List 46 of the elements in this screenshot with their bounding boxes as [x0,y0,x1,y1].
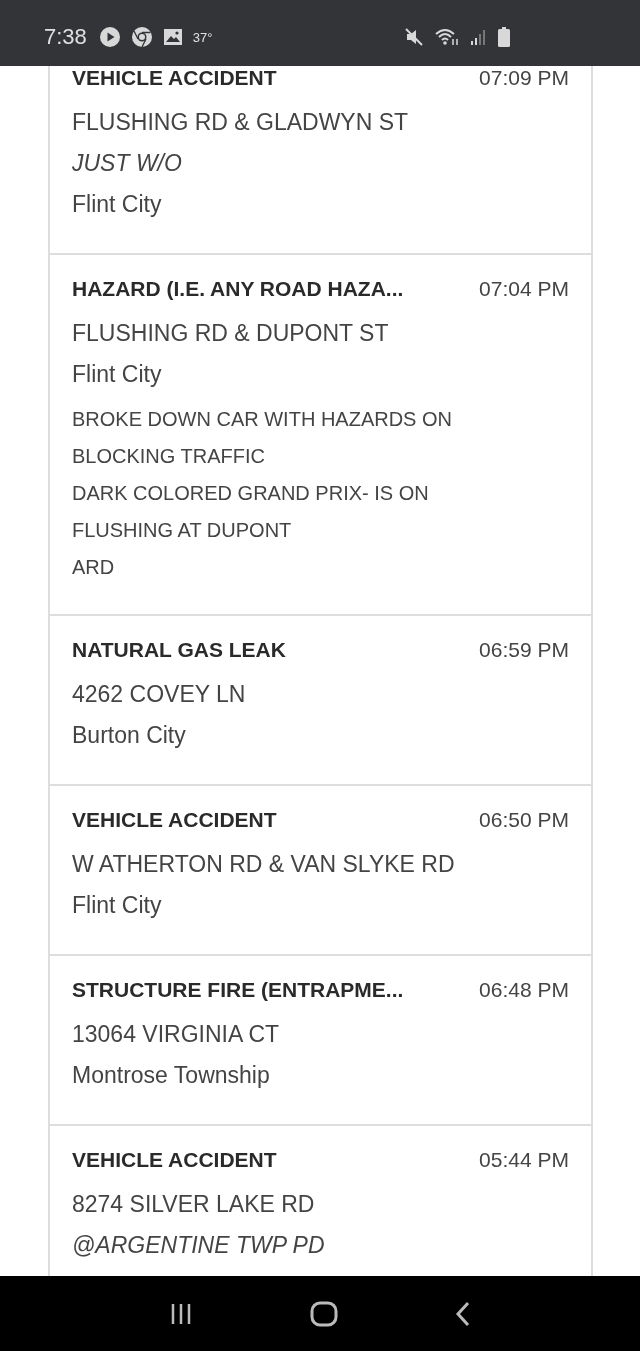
incident-address: 13064 VIRGINIA CT [72,1020,281,1049]
incident-type: NATURAL GAS LEAK [72,638,286,662]
incident-city: Montrose Township [72,1061,271,1090]
incident-address: FLUSHING RD & DUPONT ST [72,319,390,348]
incident-card[interactable]: VEHICLE ACCIDENT 06:50 PM W ATHERTON RD & VAN SLYKE RD Flint City [50,786,591,956]
incident-time: 06:59 PM [479,638,569,662]
incident-address: FLUSHING RD & GLADWYN ST [72,108,410,137]
incident-time: 05:44 PM [479,1148,569,1172]
incident-card[interactable]: HAZARD (I.E. ANY ROAD HAZA... 07:04 PM FLUSHING RD & DUPONT ST Flint City BROKE DOWN CAR WITH HAZARDS ON BLOCKING TRAFFIC DARK COLORED GRAND PRIX- IS ON FLUSHING AT DUPONT ARD [50,255,591,616]
incident-detail: DARK COLORED GRAND PRIX- IS ON [72,481,430,506]
incident-card[interactable]: STRUCTURE FIRE (ENTRAPME... 06:48 PM 13064 VIRGINIA CT Montrose Township [50,956,591,1126]
incident-note: @ARGENTINE TWP PD [72,1231,326,1260]
play-icon [98,26,121,48]
incident-detail: ARD [72,555,116,580]
signal-icon [470,28,488,46]
incident-note: JUST W/O [72,149,183,178]
incident-address: 4262 COVEY LN [72,680,247,709]
incident-city: Burton City [72,721,187,750]
incident-time: 07:09 PM [479,66,569,90]
back-icon[interactable] [455,1300,472,1327]
incident-detail: BROKE DOWN CAR WITH HAZARDS ON [72,407,453,432]
incident-card[interactable]: VEHICLE ACCIDENT 07:09 PM FLUSHING RD & GLADWYN ST JUST W/O Flint City [50,66,591,255]
incident-address: W ATHERTON RD & VAN SLYKE RD [72,850,456,879]
image-icon [162,28,183,46]
incident-type: VEHICLE ACCIDENT [72,66,277,90]
incident-time: 06:50 PM [479,808,569,832]
home-icon[interactable] [310,1300,338,1327]
incident-city: Flint City [72,190,163,219]
incident-city: Flint City [72,891,163,920]
battery-icon [498,27,510,47]
incident-type: VEHICLE ACCIDENT [72,1148,277,1172]
wifi-icon [434,27,460,47]
status-temperature: 37° [192,29,213,45]
incident-detail: BLOCKING TRAFFIC [72,444,266,469]
incident-card[interactable]: NATURAL GAS LEAK 06:59 PM 4262 COVEY LN Burton City [50,616,591,786]
incident-time: 07:04 PM [479,277,569,301]
incident-time: 06:48 PM [479,978,569,1002]
mute-icon [404,27,424,47]
incident-address: 8274 SILVER LAKE RD [72,1190,316,1219]
incident-detail: FLUSHING AT DUPONT [72,518,293,543]
status-time: 7:38 [44,24,87,50]
browser-icon [130,26,153,48]
incident-type: HAZARD (I.E. ANY ROAD HAZA... [72,277,404,301]
incident-city: Flint City [72,360,163,389]
incident-type: VEHICLE ACCIDENT [72,808,277,832]
incident-type: STRUCTURE FIRE (ENTRAPME... [72,978,404,1002]
